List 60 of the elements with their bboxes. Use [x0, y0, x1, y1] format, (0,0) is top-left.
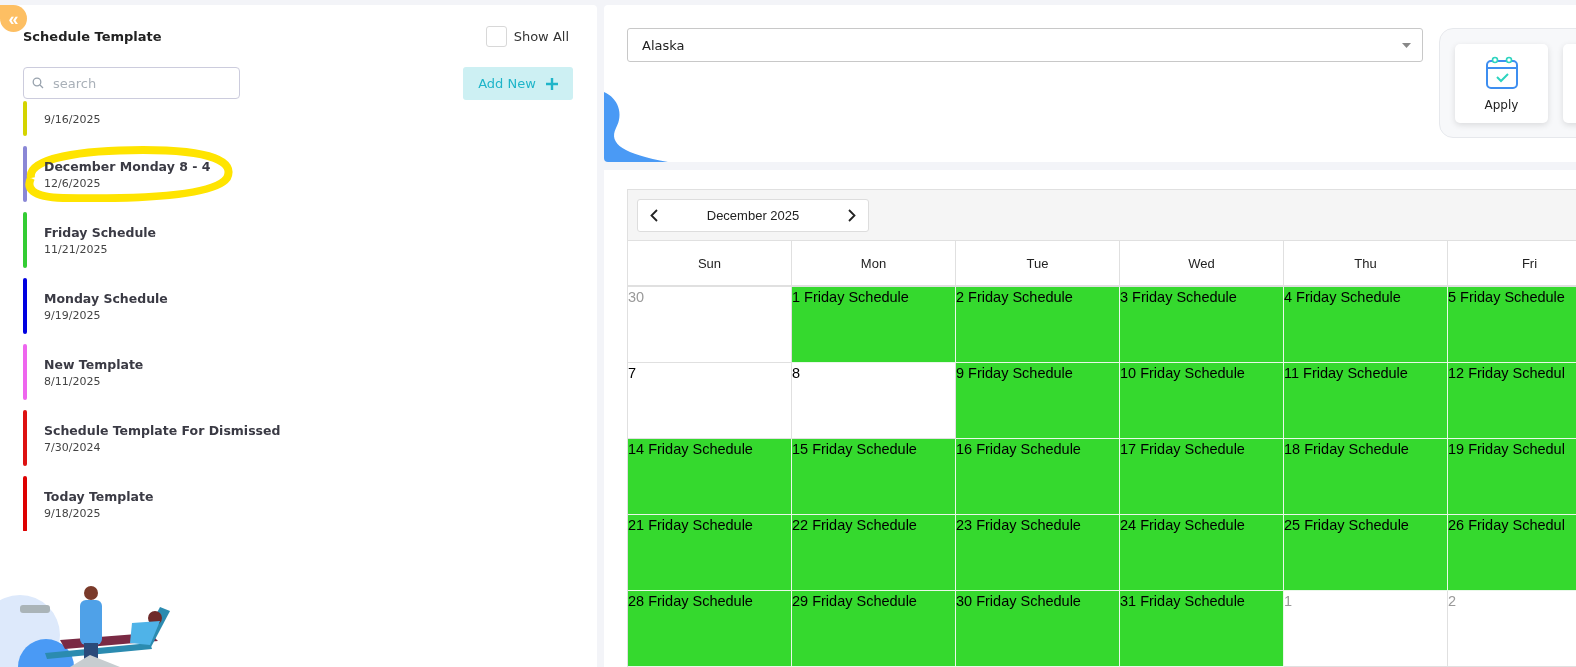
template-date: 9/18/2025	[44, 506, 102, 520]
calendar-cell[interactable]: 15 Friday Schedule	[792, 439, 956, 515]
calendar-cell[interactable]: 26 Friday Schedul	[1448, 515, 1576, 591]
calendar-cell[interactable]: 7	[628, 363, 792, 439]
chevron-right-icon	[848, 208, 856, 222]
calendar-cell[interactable]: 14 Friday Schedule	[628, 439, 792, 515]
template-name: New Template	[44, 356, 144, 372]
template-item[interactable]: 9/16/2025	[23, 101, 573, 136]
show-all-checkbox[interactable]	[485, 25, 507, 47]
template-date: 8/11/2025	[44, 374, 102, 388]
template-date: 9/16/2025	[44, 113, 101, 126]
calendar-cell[interactable]: 9 Friday Schedule	[956, 363, 1120, 439]
template-date: 9/19/2025	[44, 308, 102, 322]
template-name: December Monday 8 - 4	[44, 158, 211, 174]
calendar-cell[interactable]: 5 Friday Schedule	[1448, 287, 1576, 363]
calendar-cell[interactable]: 10 Friday Schedule	[1120, 363, 1284, 439]
template-name: Friday Schedule	[44, 224, 157, 240]
calendar-cell[interactable]: 25 Friday Schedule	[1284, 515, 1448, 591]
calendar-cell[interactable]: 29 Friday Schedule	[792, 591, 956, 667]
template-name: Schedule Template For Dismissed	[44, 422, 281, 438]
template-item[interactable]: Friday Schedule 11/21/2025	[23, 212, 573, 268]
template-item[interactable]: Schedule Template For Dismissed 7/30/2024	[23, 410, 573, 466]
apply-button[interactable]: Apply	[1455, 44, 1548, 123]
calendar-cell[interactable]: 28 Friday Schedule	[628, 591, 792, 667]
search-icon	[32, 77, 44, 89]
calendar-cell[interactable]: 31 Friday Schedule	[1120, 591, 1284, 667]
calendar-cell[interactable]: 11 Friday Schedule	[1284, 363, 1448, 439]
plus-icon	[545, 77, 558, 90]
calendar-cell[interactable]: 18 Friday Schedule	[1284, 439, 1448, 515]
calendar-cell[interactable]: 4 Friday Schedule	[1284, 287, 1448, 363]
template-item[interactable]: Monday Schedule 9/19/2025	[23, 278, 573, 334]
show-all-label[interactable]: Show All	[513, 28, 569, 44]
template-item[interactable]: Today Template 9/18/2025	[23, 476, 573, 531]
calendar-cell[interactable]: 19 Friday Schedul	[1448, 439, 1576, 515]
calendar-cell[interactable]: 8	[792, 363, 956, 439]
template-name: Today Template	[44, 488, 154, 504]
calendar-cell[interactable]: 24 Friday Schedule	[1120, 515, 1284, 591]
template-date: 11/21/2025	[44, 242, 109, 256]
calendar-cell[interactable]: 1 Friday Schedule	[792, 287, 956, 363]
template-name: Monday Schedule	[44, 290, 168, 306]
wave-decoration	[604, 92, 668, 162]
calendar-cell[interactable]: 21 Friday Schedule	[628, 515, 792, 591]
chevron-left-icon	[650, 208, 658, 222]
template-date: 7/30/2024	[44, 440, 102, 454]
search-field[interactable]: search	[23, 67, 240, 99]
calendar-check-icon	[1484, 55, 1519, 90]
month-label: December 2025	[706, 207, 800, 223]
calendar-cell[interactable]: 30 Friday Schedule	[956, 591, 1120, 667]
calendar-cell[interactable]: 3 Friday Schedule	[1120, 287, 1284, 363]
calendar-cell[interactable]: 2 Friday Schedule	[956, 287, 1120, 363]
template-date: 12/6/2025	[44, 176, 102, 190]
calendar-cell[interactable]: 17 Friday Schedule	[1120, 439, 1284, 515]
calendar-cell[interactable]: 16 Friday Schedule	[956, 439, 1120, 515]
template-item[interactable]: New Template 8/11/2025	[23, 344, 573, 400]
caret-icon	[1402, 42, 1411, 48]
calendar-cell[interactable]: 22 Friday Schedule	[792, 515, 956, 591]
template-item[interactable]: December Monday 8 - 4 12/6/2025	[23, 146, 573, 202]
calendar-cell[interactable]: 23 Friday Schedule	[956, 515, 1120, 591]
calendar-cell[interactable]: 12 Friday Schedul	[1448, 363, 1576, 439]
timezone-select[interactable]: Alaska	[627, 28, 1423, 62]
